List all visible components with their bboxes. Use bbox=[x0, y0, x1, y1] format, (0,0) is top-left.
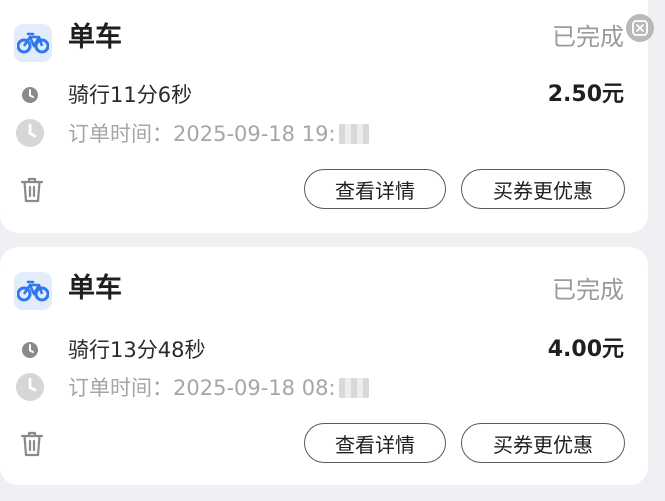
order-status: 已完成 bbox=[552, 23, 624, 51]
trash-icon[interactable] bbox=[20, 430, 44, 458]
order-card[interactable]: 单车 已完成 骑行11分6秒 2.50元 订单时间：2025-09-18 19:… bbox=[0, 0, 648, 233]
time-icon bbox=[16, 119, 44, 147]
order-time-text: 订单时间：2025-09-18 08: bbox=[68, 376, 336, 400]
order-card[interactable]: 单车 已完成 骑行13分48秒 4.00元 订单时间：2025-09-18 08… bbox=[0, 247, 648, 485]
ride-duration: 骑行13分48秒 bbox=[68, 338, 206, 362]
bicycle-icon bbox=[14, 272, 52, 310]
order-price: 4.00元 bbox=[547, 337, 624, 362]
order-type-label: 单车 bbox=[68, 273, 122, 304]
order-status: 已完成 bbox=[552, 276, 624, 304]
order-list: 单车 已完成 骑行11分6秒 2.50元 订单时间：2025-09-18 19:… bbox=[0, 0, 665, 501]
order-time-text: 订单时间：2025-09-18 19: bbox=[68, 122, 336, 146]
order-time: 订单时间：2025-09-18 19: bbox=[68, 120, 369, 148]
bicycle-icon bbox=[14, 24, 52, 62]
clock-icon bbox=[22, 87, 38, 103]
trash-icon[interactable] bbox=[20, 176, 44, 204]
view-details-button[interactable]: 查看详情 bbox=[304, 169, 446, 209]
order-type-label: 单车 bbox=[68, 22, 122, 53]
close-icon[interactable] bbox=[626, 14, 654, 42]
ride-duration: 骑行11分6秒 bbox=[68, 83, 193, 107]
order-price: 2.50元 bbox=[547, 82, 624, 107]
view-details-button[interactable]: 查看详情 bbox=[304, 423, 446, 463]
clock-icon bbox=[22, 342, 38, 358]
buy-coupon-button[interactable]: 买券更优惠 bbox=[461, 423, 625, 463]
redacted-minutes bbox=[338, 124, 369, 144]
order-time: 订单时间：2025-09-18 08: bbox=[68, 374, 369, 402]
redacted-minutes bbox=[338, 378, 369, 398]
buy-coupon-button[interactable]: 买券更优惠 bbox=[461, 169, 625, 209]
time-icon bbox=[16, 373, 44, 401]
